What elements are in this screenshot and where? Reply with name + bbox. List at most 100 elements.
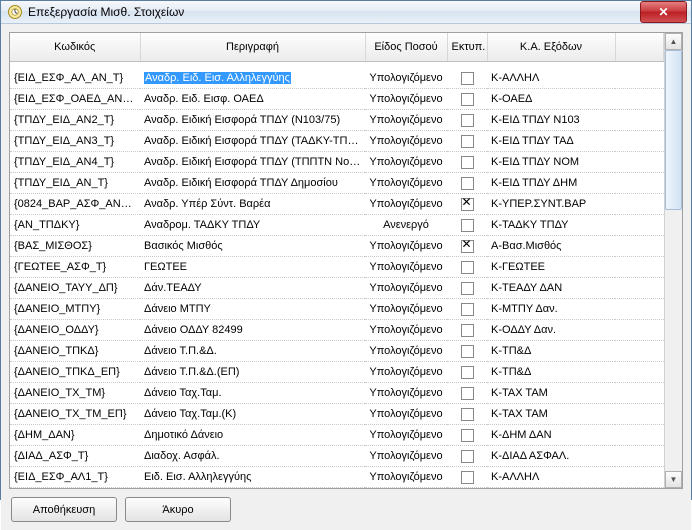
col-perigrafi[interactable]: Περιγραφή (140, 33, 365, 62)
cell-ektyp[interactable] (447, 215, 487, 236)
table-row[interactable]: {0824_BAP_ΑΣΦ_ΑΝ_Τ}Αναδρ. Υπέρ Σύντ. Βαρ… (10, 194, 664, 215)
print-checkbox[interactable] (461, 450, 474, 463)
cell-eidos[interactable]: Υπολογιζόμενο (365, 257, 447, 278)
cell-ektyp[interactable] (447, 236, 487, 257)
cell-perigrafi[interactable]: Αναδρ. Ειδική Εισφορά ΤΠΔΥ (Ν103/75) (140, 110, 365, 131)
cell-kodikos[interactable]: {ΤΠΔΥ_ΕΙΔ_ΑΝ4_Τ} (10, 152, 140, 173)
print-checkbox[interactable] (461, 198, 474, 211)
table-row[interactable]: {ΓΕΩΤΕΕ_ΑΣΦ_Τ}ΓΕΩΤΕΕΥπολογιζόμενοΚ-ΓΕΩΤΕ… (10, 257, 664, 278)
cell-kodikos[interactable]: {ΕΙΔ_ΕΣΦ_ΑΛ1_Τ} (10, 467, 140, 488)
cell-kodikos[interactable]: {ΔΙΑΔ_ΑΣΦ_Τ} (10, 446, 140, 467)
table-row[interactable]: {ΕΙΔ_ΕΣΦ_ΑΛ_ΑΝ_Τ}Αναδρ. Ειδ. Εισ. Αλληλε… (10, 68, 664, 89)
table-row[interactable]: {ΒΑΣ_ΜΙΣΘΟΣ}Βασικός ΜισθόςΥπολογιζόμενοΑ… (10, 236, 664, 257)
cell-ka[interactable]: Κ-ΤΑΧ ΤΑΜ (487, 383, 615, 404)
col-kodikos[interactable]: Κωδικός (10, 33, 140, 62)
cell-ektyp[interactable] (447, 341, 487, 362)
col-ka-eksodon[interactable]: Κ.Α. Εξόδων (487, 33, 615, 62)
cell-perigrafi[interactable]: Δάν.ΤΕΑΔΥ (140, 278, 365, 299)
cell-ektyp[interactable] (447, 110, 487, 131)
cell-ka[interactable]: Κ-ΤΠ&Δ (487, 362, 615, 383)
cell-ka[interactable]: Κ-ΜΤΠΥ Δαν. (487, 299, 615, 320)
print-checkbox[interactable] (461, 408, 474, 421)
table-row[interactable]: {ΔΑΝΕΙΟ_ΤΠΚΔ}Δάνειο Τ.Π.&Δ.Υπολογιζόμενο… (10, 341, 664, 362)
cell-ka[interactable]: Κ-ΑΛΛΗΛ (487, 467, 615, 488)
print-checkbox[interactable] (461, 261, 474, 274)
scroll-thumb[interactable] (665, 50, 682, 210)
cell-perigrafi[interactable]: Αναδρ. Ειδ. Εισ. Αλληλεγγύης (140, 68, 365, 89)
cell-eidos[interactable]: Υπολογιζόμενο (365, 89, 447, 110)
cell-ka[interactable]: Κ-ΤΑΧ ΤΑΜ (487, 404, 615, 425)
table-row[interactable]: {ΔΑΝΕΙΟ_ΟΔΔΥ}Δάνειο ΟΔΔΥ 82499Υπολογιζόμ… (10, 320, 664, 341)
table-row[interactable]: {ΔΑΝΕΙΟ_ΤΠΚΔ_ΕΠ}Δάνειο Τ.Π.&Δ.(ΕΠ)Υπολογ… (10, 362, 664, 383)
cell-ka[interactable]: Κ-ΔΗΜ ΔΑΝ (487, 425, 615, 446)
print-checkbox[interactable] (461, 303, 474, 316)
cell-eidos[interactable]: Υπολογιζόμενο (365, 467, 447, 488)
table-row[interactable]: {ΔΙΑΔ_ΑΣΦ_Τ}Διαδοχ. Ασφάλ.ΥπολογιζόμενοΚ… (10, 446, 664, 467)
cell-perigrafi[interactable]: Αναδρ. Ειδική Εισφορά ΤΠΔΥ Δημοσίου (140, 173, 365, 194)
cell-perigrafi[interactable]: Δάνειο ΟΔΔΥ 82499 (140, 320, 365, 341)
cell-perigrafi[interactable]: Δάνειο Ταχ.Ταμ. (140, 383, 365, 404)
cell-kodikos[interactable]: {ΔΑΝΕΙΟ_ΟΔΔΥ} (10, 320, 140, 341)
cell-eidos[interactable]: Υπολογιζόμενο (365, 173, 447, 194)
cell-ka[interactable]: Κ-ΕΙΔ ΤΠΔΥ Ν103 (487, 110, 615, 131)
cell-ektyp[interactable] (447, 194, 487, 215)
cell-ektyp[interactable] (447, 362, 487, 383)
cell-eidos[interactable]: Υπολογιζόμενο (365, 110, 447, 131)
cell-perigrafi[interactable]: Αναδρ. Ειδ. Εισφ. ΟΑΕΔ (140, 89, 365, 110)
table-row[interactable]: {ΕΙΔ_ΕΣΦ_ΟΑΕΔ_ΑΝ_Τ}Αναδρ. Ειδ. Εισφ. ΟΑΕ… (10, 89, 664, 110)
cell-ektyp[interactable] (447, 404, 487, 425)
vertical-scrollbar[interactable]: ▲ ▼ (664, 33, 682, 488)
cell-kodikos[interactable]: {ΔΑΝΕΙΟ_ΤΧ_ΤΜ} (10, 383, 140, 404)
cell-ka[interactable]: Κ-ΤΑΔΚΥ ΤΠΔΥ (487, 215, 615, 236)
cell-kodikos[interactable]: {ΓΕΩΤΕΕ_ΑΣΦ_Τ} (10, 257, 140, 278)
cell-ka[interactable]: Κ-ΕΙΔ ΤΠΔΥ ΤΑΔ (487, 131, 615, 152)
cell-perigrafi[interactable]: Αναδρ. Υπέρ Σύντ. Βαρέα (140, 194, 365, 215)
cell-kodikos[interactable]: {ΑΝ_ΤΠΔΚΥ} (10, 215, 140, 236)
cell-ektyp[interactable] (447, 320, 487, 341)
cell-kodikos[interactable]: {ΤΠΔΥ_ΕΙΔ_ΑΝ3_Τ} (10, 131, 140, 152)
cell-perigrafi[interactable]: Αναδρομ. ΤΑΔΚΥ ΤΠΔΥ (140, 215, 365, 236)
table-row[interactable]: {ΔΗΜ_ΔΑΝ}Δημοτικό ΔάνειοΥπολογιζόμενοΚ-Δ… (10, 425, 664, 446)
cell-kodikos[interactable]: {ΕΙΔ_ΕΣΦ_ΟΑΕΔ_ΑΝ_Τ} (10, 89, 140, 110)
cell-ektyp[interactable] (447, 89, 487, 110)
print-checkbox[interactable] (461, 135, 474, 148)
cell-ka[interactable]: Κ-ΤΕΑΔΥ ΔΑΝ (487, 278, 615, 299)
cell-ka[interactable]: Κ-ΥΠΕΡ.ΣΥΝΤ.ΒΑΡ (487, 194, 615, 215)
cell-ektyp[interactable] (447, 467, 487, 488)
cell-kodikos[interactable]: {ΔΑΝΕΙΟ_ΤΑΥΥ_ΔΠ} (10, 278, 140, 299)
cell-perigrafi[interactable]: Ειδ. Εισ. Αλληλεγγύης (140, 467, 365, 488)
table-row[interactable]: {ΔΑΝΕΙΟ_ΤΑΥΥ_ΔΠ}Δάν.ΤΕΑΔΥΥπολογιζόμενο Κ-… (10, 278, 664, 299)
cell-ka[interactable]: Κ-ΟΑΕΔ (487, 89, 615, 110)
cell-kodikos[interactable]: {ΔΑΝΕΙΟ_ΤΠΚΔ_ΕΠ} (10, 362, 140, 383)
cell-ektyp[interactable] (447, 383, 487, 404)
cell-ka[interactable]: Κ-ΑΛΛΗΛ (487, 68, 615, 89)
cell-ka[interactable]: Κ-ΕΙΔ ΤΠΔΥ ΔΗΜ (487, 173, 615, 194)
cell-perigrafi[interactable]: Δάνειο Τ.Π.&Δ. (140, 341, 365, 362)
cell-eidos[interactable]: Υπολογιζόμενο (365, 68, 447, 89)
cell-perigrafi[interactable]: Δάνειο Ταχ.Ταμ.(Κ) (140, 404, 365, 425)
cell-eidos[interactable]: Υπολογιζόμενο (365, 299, 447, 320)
print-checkbox[interactable] (461, 93, 474, 106)
cell-ka[interactable]: Κ-ΤΠ&Δ (487, 341, 615, 362)
data-grid[interactable]: Κωδικός Περιγραφή Είδος Ποσού Εκτυπ. Κ.Α… (10, 33, 664, 488)
print-checkbox[interactable] (461, 72, 474, 85)
table-row[interactable]: {ΤΠΔΥ_ΕΙΔ_ΑΝ_Τ}Αναδρ. Ειδική Εισφορά ΤΠΔ… (10, 173, 664, 194)
cell-eidos[interactable]: Υπολογιζόμενο (365, 236, 447, 257)
cell-perigrafi[interactable]: Αναδρ. Ειδική Εισφορά ΤΠΔΥ (ΤΑΔΚΥ-ΤΠΔΥ) (140, 131, 365, 152)
print-checkbox[interactable] (461, 114, 474, 127)
print-checkbox[interactable] (461, 324, 474, 337)
table-row[interactable]: {ΕΙΔ_ΕΣΦ_ΑΛ1_Τ}Ειδ. Εισ. ΑλληλεγγύηςΥπολ… (10, 467, 664, 488)
cell-eidos[interactable]: Υπολογιζόμενο (365, 341, 447, 362)
cell-kodikos[interactable]: {ΔΑΝΕΙΟ_ΤΠΚΔ} (10, 341, 140, 362)
cell-eidos[interactable]: Υπολογιζόμενο (365, 278, 447, 299)
scroll-up-button[interactable]: ▲ (665, 33, 682, 50)
cell-ektyp[interactable] (447, 299, 487, 320)
cell-kodikos[interactable]: {ΔΑΝΕΙΟ_ΤΧ_ΤΜ_ΕΠ} (10, 404, 140, 425)
cell-ka[interactable]: Κ-ΟΔΔΥ Δαν. (487, 320, 615, 341)
table-row[interactable]: {ΔΑΝΕΙΟ_ΜΤΠΥ}Δάνειο ΜΤΠΥΥπολογιζόμενοΚ-Μ… (10, 299, 664, 320)
cell-eidos[interactable]: Ανενεργό (365, 215, 447, 236)
cell-kodikos[interactable]: {0824_BAP_ΑΣΦ_ΑΝ_Τ} (10, 194, 140, 215)
cell-ektyp[interactable] (447, 152, 487, 173)
col-ektyp[interactable]: Εκτυπ. (447, 33, 487, 62)
cell-kodikos[interactable]: {ΔΑΝΕΙΟ_ΜΤΠΥ} (10, 299, 140, 320)
